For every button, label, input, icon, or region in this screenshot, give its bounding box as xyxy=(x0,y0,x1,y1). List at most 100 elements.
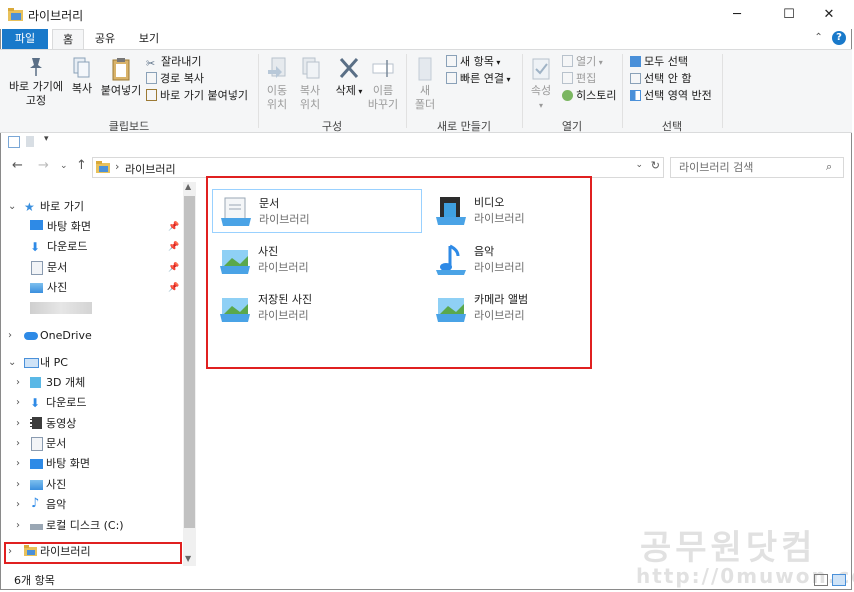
ribbon-separator xyxy=(406,54,407,128)
chevron-right-icon[interactable]: › xyxy=(16,495,28,515)
rename-button[interactable]: 이름 바꾸기 xyxy=(366,56,400,112)
chevron-right-icon[interactable]: › xyxy=(16,434,28,454)
select-none-button[interactable]: 선택 안 함 xyxy=(630,71,691,87)
rename-icon xyxy=(372,60,394,77)
chevron-right-icon[interactable]: › xyxy=(16,516,28,536)
library-tile-documents[interactable]: 문서 라이브러리 xyxy=(212,189,422,233)
chevron-right-icon[interactable]: › xyxy=(16,414,28,434)
nav-pc-3d-objects[interactable]: › 3D 개체 xyxy=(16,373,180,393)
chevron-right-icon[interactable]: › xyxy=(16,475,28,495)
nav-quick-blurred-item[interactable] xyxy=(30,298,180,318)
refresh-icon[interactable]: ↻ xyxy=(651,159,660,172)
invert-selection-button[interactable]: 선택 영역 반전 xyxy=(630,88,712,104)
nav-this-pc[interactable]: ⌄ 내 PC xyxy=(8,353,178,373)
folder-library-icon xyxy=(96,161,110,173)
tab-view[interactable]: 보기 xyxy=(130,29,168,49)
desktop-icon xyxy=(30,459,43,469)
properties-check-icon[interactable] xyxy=(8,136,20,148)
nav-pc-videos[interactable]: › 동영상 xyxy=(16,414,180,434)
new-folder-icon[interactable] xyxy=(26,136,34,147)
large-icons-view-icon[interactable] xyxy=(832,574,846,586)
paste-button[interactable]: 붙여넣기 xyxy=(100,56,142,98)
address-dropdown-icon[interactable]: ⌄ xyxy=(635,160,643,170)
cut-button[interactable]: ✂ 잘라내기 xyxy=(146,54,201,70)
scroll-down-icon[interactable]: ▼ xyxy=(185,554,191,563)
chevron-right-icon[interactable]: › xyxy=(16,373,28,393)
nav-quick-downloads[interactable]: ⬇ 다운로드 📌 xyxy=(30,237,180,257)
edit-label: 편집 xyxy=(576,72,597,85)
recent-locations-icon[interactable]: ⌄ xyxy=(60,161,68,171)
copy-path-button[interactable]: 경로 복사 xyxy=(146,71,204,87)
nav-pc-music[interactable]: › ♪ 음악 xyxy=(16,495,180,515)
nav-pc-pictures[interactable]: › 사진 xyxy=(16,475,180,495)
forward-arrow-icon[interactable]: → xyxy=(38,158,49,173)
nav-quick-documents[interactable]: 문서 📌 xyxy=(30,258,180,278)
nav-pc-documents[interactable]: › 문서 xyxy=(16,434,180,454)
search-icon[interactable]: ⌕ xyxy=(826,160,832,174)
chevron-right-icon[interactable]: › xyxy=(16,393,28,413)
chevron-down-icon[interactable]: ⌄ xyxy=(8,197,20,217)
new-item-button[interactable]: 새 항목 ▾ xyxy=(446,54,500,70)
nav-scrollbar-thumb[interactable] xyxy=(184,196,195,528)
edit-button[interactable]: 편집 xyxy=(562,71,596,87)
pin-to-quick-access-button[interactable]: 바로 가기에 고정 xyxy=(6,56,66,108)
close-button[interactable]: ✕ xyxy=(806,0,852,29)
delete-button[interactable]: 삭제 ▾ xyxy=(334,56,364,99)
properties-label: 속성 xyxy=(530,84,552,97)
tab-share[interactable]: 공유 xyxy=(86,29,124,49)
library-type: 라이브러리 xyxy=(258,309,309,322)
move-to-button[interactable]: 이동 위치 xyxy=(262,56,292,112)
tab-home[interactable]: 홈 xyxy=(52,29,84,51)
nav-scrollbar[interactable]: ▲ ▼ xyxy=(183,182,196,566)
chevron-down-icon[interactable]: ⌄ xyxy=(8,353,20,373)
star-icon: ★ xyxy=(24,200,35,214)
chevron-right-icon[interactable]: › xyxy=(8,326,20,346)
search-input[interactable]: 라이브러리 검색 xyxy=(670,157,844,178)
library-tile-pictures[interactable]: 사진 라이브러리 xyxy=(212,238,422,282)
chevron-right-icon[interactable]: › xyxy=(16,454,28,474)
minimize-button[interactable]: ─ xyxy=(714,0,760,29)
nav-quick-access[interactable]: ⌄ ★ 바로 가기 xyxy=(8,197,178,217)
library-tile-videos[interactable]: 비디오 라이브러리 xyxy=(428,189,638,233)
nav-pc-downloads[interactable]: › ⬇ 다운로드 xyxy=(16,393,180,413)
history-icon xyxy=(562,90,573,101)
easy-access-button[interactable]: 빠른 연결 ▾ xyxy=(446,71,511,87)
details-view-icon[interactable] xyxy=(814,574,828,586)
breadcrumb-chevron-icon[interactable]: › xyxy=(115,160,119,173)
library-tile-camera-roll[interactable]: 카메라 앨범 라이브러리 xyxy=(428,286,638,330)
select-none-icon xyxy=(630,73,641,84)
nav-pc-desktop[interactable]: › 바탕 화면 xyxy=(16,454,180,474)
nav-onedrive[interactable]: › OneDrive xyxy=(8,326,178,346)
copy-to-button[interactable]: 복사 위치 xyxy=(294,56,326,112)
library-name: 비디오 xyxy=(474,196,505,209)
open-button[interactable]: 열기 ▾ xyxy=(562,54,603,70)
tab-file[interactable]: 파일 xyxy=(2,29,48,49)
back-arrow-icon[interactable]: ← xyxy=(12,158,23,173)
paste-shortcut-button[interactable]: 바로 가기 붙여넣기 xyxy=(146,88,248,104)
library-tile-music[interactable]: 음악 라이브러리 xyxy=(428,238,638,282)
scroll-up-icon[interactable]: ▲ xyxy=(185,182,191,191)
clipboard-group-label: 클립보드 xyxy=(108,120,150,133)
select-all-button[interactable]: 모두 선택 xyxy=(630,54,688,70)
new-item-icon xyxy=(446,55,457,67)
history-button[interactable]: 히스토리 xyxy=(562,88,616,104)
nav-pc-local-disk[interactable]: › 로컬 디스크 (C:) xyxy=(16,516,180,536)
address-bar[interactable]: › 라이브러리 ⌄ ↻ xyxy=(92,157,664,178)
pin-label-line2: 고정 xyxy=(25,94,47,107)
nav-quick-pictures[interactable]: 사진 📌 xyxy=(30,278,180,298)
library-tile-saved-pictures[interactable]: 저장된 사진 라이브러리 xyxy=(212,286,422,330)
status-bar: 6개 항목 xyxy=(0,568,852,590)
properties-button[interactable]: 속성 ▾ xyxy=(526,56,556,113)
customize-toolbar-icon[interactable]: ▾ xyxy=(44,134,49,144)
paste-shortcut-label: 바로 가기 붙여넣기 xyxy=(160,89,248,102)
collapse-ribbon-icon[interactable]: ⌃ xyxy=(814,32,822,43)
nav-quick-desktop[interactable]: 바탕 화면 📌 xyxy=(30,217,180,237)
copy-label: 복사 xyxy=(71,82,93,95)
breadcrumb-libraries[interactable]: 라이브러리 xyxy=(125,161,176,177)
up-arrow-icon[interactable]: ↑ xyxy=(76,158,87,173)
new-folder-button[interactable]: 새 폴더 xyxy=(410,56,440,112)
copy-button[interactable]: 복사 xyxy=(68,56,96,96)
copy-to-label-2: 위치 xyxy=(299,98,321,111)
pictures-icon xyxy=(30,480,43,490)
help-icon[interactable]: ? xyxy=(832,31,846,45)
